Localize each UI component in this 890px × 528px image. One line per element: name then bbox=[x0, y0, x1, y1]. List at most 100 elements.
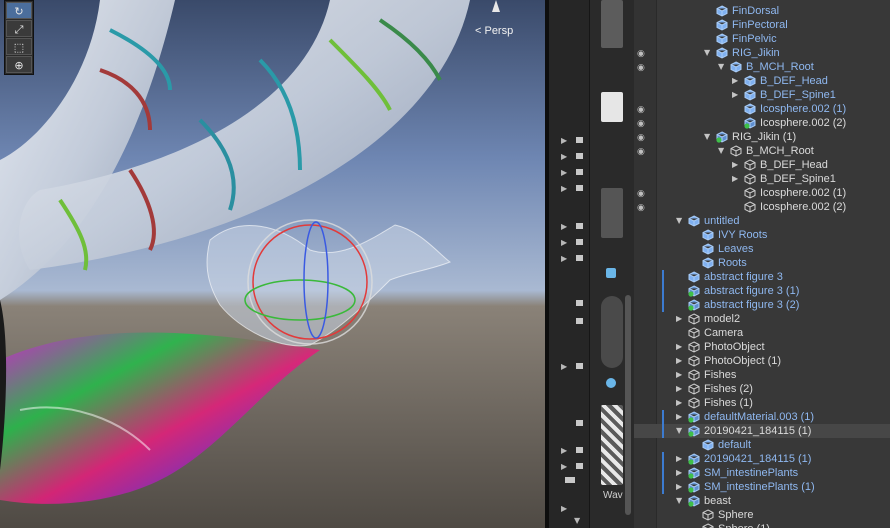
asset-thumbnail[interactable] bbox=[601, 296, 623, 368]
hierarchy-item[interactable]: Roots bbox=[634, 256, 890, 270]
folder-icon[interactable] bbox=[576, 223, 583, 229]
asset-thumbnail[interactable] bbox=[601, 188, 623, 238]
foldout-collapsed-icon[interactable]: ▶ bbox=[732, 88, 738, 102]
foldout-collapsed-icon[interactable]: ▶ bbox=[676, 480, 682, 494]
folder-icon[interactable] bbox=[576, 363, 583, 369]
folder-icon[interactable] bbox=[576, 169, 583, 175]
foldout-collapsed-icon[interactable]: ▶ bbox=[676, 382, 682, 396]
foldout-arrow-icon[interactable]: ▶ bbox=[561, 222, 567, 231]
visibility-eye-icon[interactable]: ◉ bbox=[637, 47, 645, 61]
hierarchy-item[interactable]: IVY Roots bbox=[634, 228, 890, 242]
foldout-collapsed-icon[interactable]: ▶ bbox=[732, 158, 738, 172]
foldout-arrow-icon[interactable]: ▶ bbox=[561, 504, 567, 513]
folder-icon[interactable] bbox=[576, 463, 583, 469]
visibility-eye-icon[interactable]: ◉ bbox=[637, 117, 645, 131]
folder-icon[interactable] bbox=[576, 420, 583, 426]
hierarchy-item[interactable]: ◉ Icosphere.002 (1) bbox=[634, 186, 890, 200]
hierarchy-item[interactable]: ▶ SM_intestinePlants bbox=[634, 466, 890, 480]
hierarchy-item[interactable]: ▼ beast bbox=[634, 494, 890, 508]
folder-icon[interactable] bbox=[576, 153, 583, 159]
foldout-collapsed-icon[interactable]: ▶ bbox=[676, 396, 682, 410]
foldout-expanded-icon[interactable]: ▼ bbox=[676, 494, 682, 508]
hierarchy-item[interactable]: default bbox=[634, 438, 890, 452]
scene-view[interactable]: ↻ ⤢ ⬚ ⊕ < Persp bbox=[0, 0, 545, 528]
open-folder-icon[interactable] bbox=[565, 477, 575, 483]
hierarchy-item[interactable]: abstract figure 3 bbox=[634, 270, 890, 284]
foldout-arrow-icon[interactable]: ▶ bbox=[561, 168, 567, 177]
hierarchy-item[interactable]: abstract figure 3 (1) bbox=[634, 284, 890, 298]
foldout-expanded-icon[interactable]: ▼ bbox=[676, 424, 682, 438]
foldout-collapsed-icon[interactable]: ▶ bbox=[676, 340, 682, 354]
foldout-arrow-icon[interactable]: ▶ bbox=[561, 136, 567, 145]
hierarchy-item[interactable]: ◉ Icosphere.002 (2) bbox=[634, 200, 890, 214]
foldout-collapsed-icon[interactable]: ▶ bbox=[676, 410, 682, 424]
hierarchy-item[interactable]: Leaves bbox=[634, 242, 890, 256]
visibility-eye-icon[interactable]: ◉ bbox=[637, 131, 645, 145]
visibility-eye-icon[interactable]: ◉ bbox=[637, 145, 645, 159]
foldout-arrow-icon[interactable]: ▶ bbox=[561, 462, 567, 471]
hierarchy-item[interactable]: FinPelvic bbox=[634, 32, 890, 46]
visibility-eye-icon[interactable]: ◉ bbox=[637, 201, 645, 215]
hierarchy-item[interactable]: Sphere (1) bbox=[634, 522, 890, 528]
hierarchy-item[interactable]: ▶ B_DEF_Spine1 bbox=[634, 172, 890, 186]
hierarchy-item[interactable]: ▶ B_DEF_Head bbox=[634, 158, 890, 172]
hierarchy-item[interactable]: ▶ model2 bbox=[634, 312, 890, 326]
foldout-arrow-icon[interactable]: ▶ bbox=[561, 446, 567, 455]
hierarchy-item[interactable]: abstract figure 3 (2) bbox=[634, 298, 890, 312]
hierarchy-item[interactable]: ▶ PhotoObject (1) bbox=[634, 354, 890, 368]
asset-grid-scrollbar[interactable] bbox=[625, 295, 631, 515]
hierarchy-item[interactable]: ▶ B_DEF_Spine1 bbox=[634, 88, 890, 102]
visibility-eye-icon[interactable]: ◉ bbox=[637, 187, 645, 201]
hierarchy-item[interactable]: ▼ untitled bbox=[634, 214, 890, 228]
foldout-collapsed-icon[interactable]: ▶ bbox=[676, 354, 682, 368]
material-asset-icon[interactable] bbox=[606, 378, 616, 388]
scale-tool-icon[interactable]: ⤢ bbox=[6, 20, 32, 37]
hierarchy-item[interactable]: ▶ Fishes (1) bbox=[634, 396, 890, 410]
hierarchy-item[interactable]: ▶ Fishes (2) bbox=[634, 382, 890, 396]
hierarchy-item[interactable]: FinPectoral bbox=[634, 18, 890, 32]
prefab-asset-icon[interactable] bbox=[606, 268, 616, 278]
hierarchy-item[interactable]: ◉ ▼ B_MCH_Root bbox=[634, 144, 890, 158]
foldout-expanded-icon[interactable]: ▼ bbox=[676, 214, 682, 228]
folder-icon[interactable] bbox=[576, 137, 583, 143]
foldout-collapsed-icon[interactable]: ▶ bbox=[732, 74, 738, 88]
foldout-expanded-icon[interactable]: ▼ bbox=[704, 46, 710, 60]
transform-tool-icon[interactable]: ⊕ bbox=[6, 56, 32, 73]
camera-projection-toggle[interactable]: < Persp bbox=[475, 25, 513, 37]
hierarchy-item[interactable]: ◉ ▼ B_MCH_Root bbox=[634, 60, 890, 74]
hierarchy-item[interactable]: ▶ Fishes bbox=[634, 368, 890, 382]
folder-icon[interactable] bbox=[576, 447, 583, 453]
rect-tool-icon[interactable]: ⬚ bbox=[6, 38, 32, 55]
hierarchy-item[interactable]: ◉ ▼ RIG_Jikin bbox=[634, 46, 890, 60]
hierarchy-item[interactable]: ▶ defaultMaterial.003 (1) bbox=[634, 410, 890, 424]
foldout-collapsed-icon[interactable]: ▶ bbox=[676, 368, 682, 382]
hierarchy-item[interactable]: ▶ B_DEF_Head bbox=[634, 74, 890, 88]
foldout-collapsed-icon[interactable]: ▶ bbox=[732, 172, 738, 186]
visibility-eye-icon[interactable]: ◉ bbox=[637, 61, 645, 75]
chevron-down-icon[interactable]: ▼ bbox=[574, 516, 580, 525]
hierarchy-item[interactable]: ▼ 20190421_184115 (1) bbox=[634, 424, 890, 438]
foldout-arrow-icon[interactable]: ▶ bbox=[561, 152, 567, 161]
texture-asset-thumbnail[interactable] bbox=[601, 405, 623, 485]
foldout-arrow-icon[interactable]: ▶ bbox=[561, 362, 567, 371]
scene-viewport-render[interactable] bbox=[0, 0, 545, 528]
orientation-gizmo-icon[interactable] bbox=[492, 0, 500, 12]
visibility-eye-icon[interactable]: ◉ bbox=[637, 103, 645, 117]
asset-thumbnail[interactable] bbox=[601, 92, 623, 122]
foldout-expanded-icon[interactable]: ▼ bbox=[704, 130, 710, 144]
foldout-expanded-icon[interactable]: ▼ bbox=[718, 60, 724, 74]
hierarchy-item[interactable]: ▶ 20190421_184115 (1) bbox=[634, 452, 890, 466]
foldout-arrow-icon[interactable]: ▶ bbox=[561, 254, 567, 263]
asset-thumbnail[interactable] bbox=[601, 0, 623, 48]
foldout-arrow-icon[interactable]: ▶ bbox=[561, 238, 567, 247]
folder-icon[interactable] bbox=[576, 239, 583, 245]
folder-icon[interactable] bbox=[576, 255, 583, 261]
hierarchy-item[interactable]: Sphere bbox=[634, 508, 890, 522]
folder-icon[interactable] bbox=[576, 300, 583, 306]
foldout-collapsed-icon[interactable]: ▶ bbox=[676, 452, 682, 466]
hierarchy-item[interactable]: FinDorsal bbox=[634, 4, 890, 18]
foldout-collapsed-icon[interactable]: ▶ bbox=[676, 466, 682, 480]
folder-icon[interactable] bbox=[576, 318, 583, 324]
hierarchy-item[interactable]: Camera bbox=[634, 326, 890, 340]
hierarchy-item[interactable]: ◉ ▼ RIG_Jikin (1) bbox=[634, 130, 890, 144]
